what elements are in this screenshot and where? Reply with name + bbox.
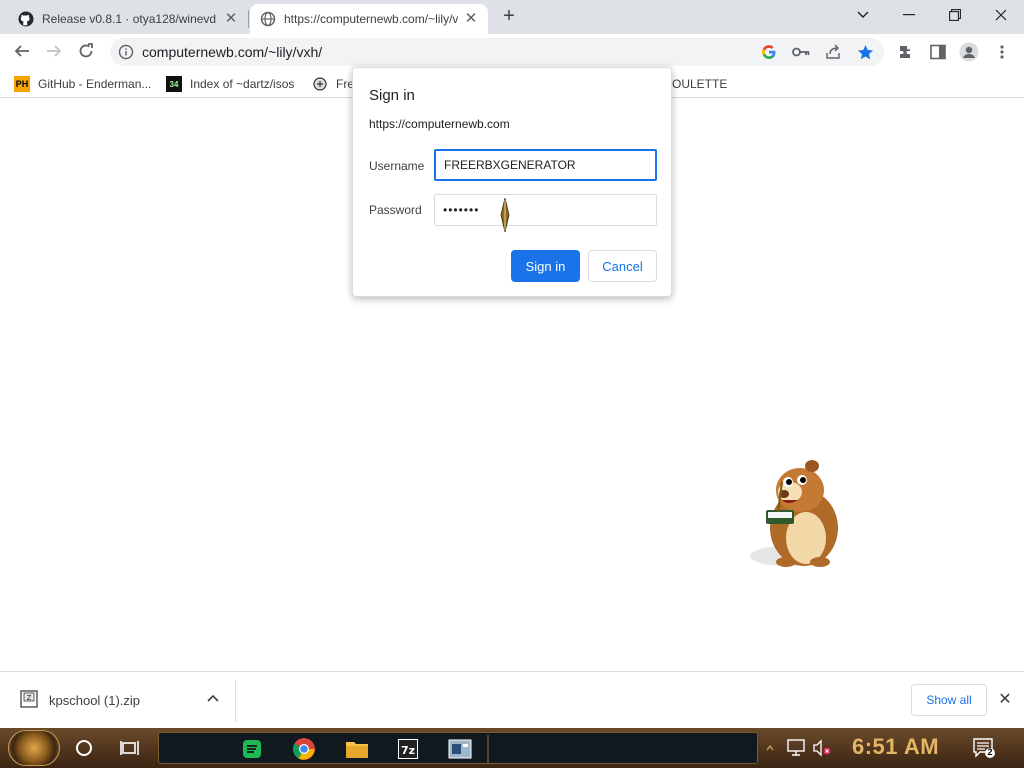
download-item[interactable]: Z kpschool (1).zip xyxy=(12,680,236,722)
search-circle-icon[interactable] xyxy=(72,736,96,760)
bookmark-label: Index of ~dartz/isos xyxy=(190,77,295,91)
github-icon xyxy=(18,11,34,27)
restore-icon[interactable] xyxy=(932,0,978,30)
profile-avatar-icon[interactable] xyxy=(959,42,979,62)
side-panel-icon[interactable] xyxy=(928,42,948,62)
extensions-icon[interactable] xyxy=(896,42,916,62)
url-text[interactable]: computernewb.com/~lily/vxh/ xyxy=(142,44,322,60)
tab-close-icon[interactable]: ✕ xyxy=(222,10,240,28)
svg-text:Z: Z xyxy=(27,694,32,702)
tab-winevdm-release[interactable]: Release v0.8.1 · otya128/winevdm ✕ xyxy=(8,4,248,34)
dialog-title: Sign in xyxy=(369,87,415,104)
password-label: Password xyxy=(369,203,422,217)
taskbar-divider xyxy=(487,735,489,763)
reload-button[interactable] xyxy=(72,37,100,65)
address-bar[interactable]: computernewb.com/~lily/vxh/ xyxy=(110,38,884,66)
google-icon[interactable] xyxy=(760,43,778,61)
password-field[interactable]: ••••••• xyxy=(434,194,657,226)
reload-icon xyxy=(79,43,93,58)
tab-title: Release v0.8.1 · otya128/winevdm xyxy=(42,12,216,26)
clock[interactable]: 6:51 AM xyxy=(852,734,939,760)
info-icon[interactable] xyxy=(118,44,134,60)
minimize-icon[interactable] xyxy=(886,0,932,30)
bookmark-label: OULETTE xyxy=(672,77,728,91)
text-cursor-icon xyxy=(500,198,510,232)
window-app-icon[interactable] xyxy=(447,736,473,762)
sheets-app-icon[interactable] xyxy=(239,736,265,762)
show-all-button[interactable]: Show all xyxy=(911,684,987,716)
close-icon[interactable] xyxy=(978,0,1024,30)
back-arrow-icon xyxy=(14,45,29,57)
sign-in-button[interactable]: Sign in xyxy=(511,250,580,282)
chrome-app-icon[interactable] xyxy=(291,736,317,762)
hamster-image xyxy=(750,460,838,567)
forward-arrow-icon xyxy=(47,45,62,57)
forward-button[interactable] xyxy=(40,37,68,65)
bookmark-roulette[interactable]: OULETTE xyxy=(672,75,727,93)
new-tab-button[interactable]: + xyxy=(498,6,520,28)
browser-toolbar: computernewb.com/~lily/vxh/ xyxy=(0,34,1024,70)
notification-center-icon[interactable]: 2 xyxy=(972,736,996,760)
key-icon[interactable] xyxy=(792,43,810,61)
bookmark-label: GitHub - Enderman... xyxy=(38,77,152,91)
network-icon[interactable] xyxy=(786,739,806,757)
notification-count: 2 xyxy=(987,747,993,757)
bookmark-dartz-isos[interactable]: 34 Index of ~dartz/isos xyxy=(166,75,294,93)
bookmark-folder-icon xyxy=(312,76,328,92)
password-value: ••••••• xyxy=(443,203,480,217)
menu-icon[interactable] xyxy=(992,42,1012,62)
chevron-up-icon[interactable] xyxy=(205,691,221,707)
username-value: FREERBXGENERATOR xyxy=(444,158,576,172)
zip-file-icon: Z xyxy=(20,690,38,708)
system-tray xyxy=(764,732,842,764)
tab-search-chevron-down-icon[interactable] xyxy=(840,0,886,30)
cancel-button[interactable]: Cancel xyxy=(588,250,657,282)
sign-in-dialog: Sign in https://computernewb.com Usernam… xyxy=(352,67,672,297)
svg-text:7z: 7z xyxy=(401,744,415,757)
tab-computernewb[interactable]: https://computernewb.com/~lily/vxh/ ✕ xyxy=(250,4,488,34)
share-icon[interactable] xyxy=(824,43,842,61)
number-badge-icon: 34 xyxy=(166,76,182,92)
start-button[interactable] xyxy=(8,730,60,766)
taskbar: 7z 6:51 AM 2 xyxy=(0,728,1024,768)
tab-strip: Release v0.8.1 · otya128/winevdm ✕ https… xyxy=(0,0,1024,34)
file-explorer-icon[interactable] xyxy=(344,736,370,762)
username-label: Username xyxy=(369,159,425,173)
back-button[interactable] xyxy=(8,37,36,65)
tab-close-icon[interactable]: ✕ xyxy=(462,10,480,28)
tray-overflow-icon[interactable] xyxy=(766,742,774,754)
close-download-bar-icon[interactable]: ✕ xyxy=(996,691,1014,709)
username-field[interactable]: FREERBXGENERATOR xyxy=(434,149,657,181)
dialog-origin: https://computernewb.com xyxy=(369,117,510,131)
download-bar: Z kpschool (1).zip Show all ✕ xyxy=(0,671,1024,728)
taskbar-apps: 7z xyxy=(158,732,758,764)
bookmark-github-enderman[interactable]: PH GitHub - Enderman... xyxy=(14,75,151,93)
ph-logo-icon: PH xyxy=(14,76,30,92)
globe-icon xyxy=(260,11,276,27)
tab-separator xyxy=(248,10,249,28)
7zip-app-icon[interactable]: 7z xyxy=(395,736,421,762)
tab-title: https://computernewb.com/~lily/vxh/ xyxy=(284,12,458,26)
download-file-name: kpschool (1).zip xyxy=(49,693,141,708)
bookmark-fre[interactable]: Fre xyxy=(312,75,354,93)
volume-muted-icon[interactable] xyxy=(812,739,832,757)
task-view-icon[interactable] xyxy=(118,736,142,760)
bookmark-star-icon[interactable] xyxy=(856,43,874,61)
